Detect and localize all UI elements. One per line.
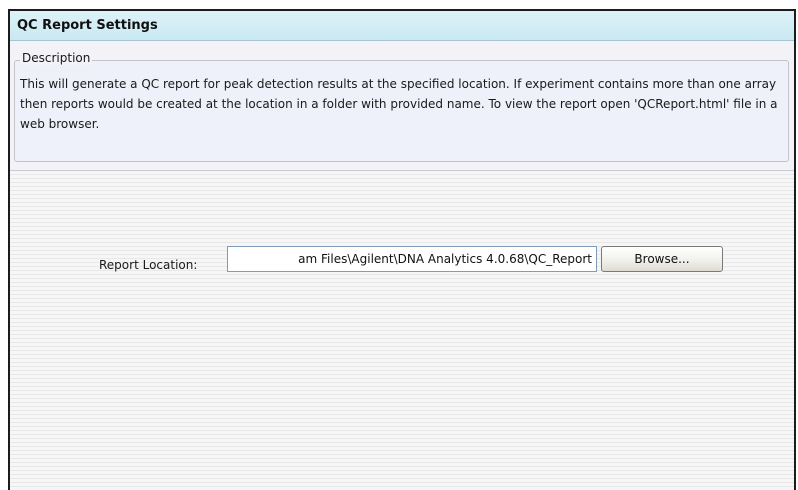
title-bar: QC Report Settings: [10, 11, 794, 41]
description-text: This will generate a QC report for peak …: [20, 77, 778, 131]
description-section: Description This will generate a QC repo…: [10, 41, 794, 171]
dialog-title: QC Report Settings: [17, 18, 158, 33]
report-location-label: Report Location:: [99, 258, 198, 272]
report-location-input[interactable]: [227, 246, 597, 272]
qc-report-settings-dialog: QC Report Settings Description This will…: [8, 9, 796, 490]
browse-button[interactable]: Browse...: [601, 246, 723, 272]
description-legend: Description: [20, 51, 93, 65]
